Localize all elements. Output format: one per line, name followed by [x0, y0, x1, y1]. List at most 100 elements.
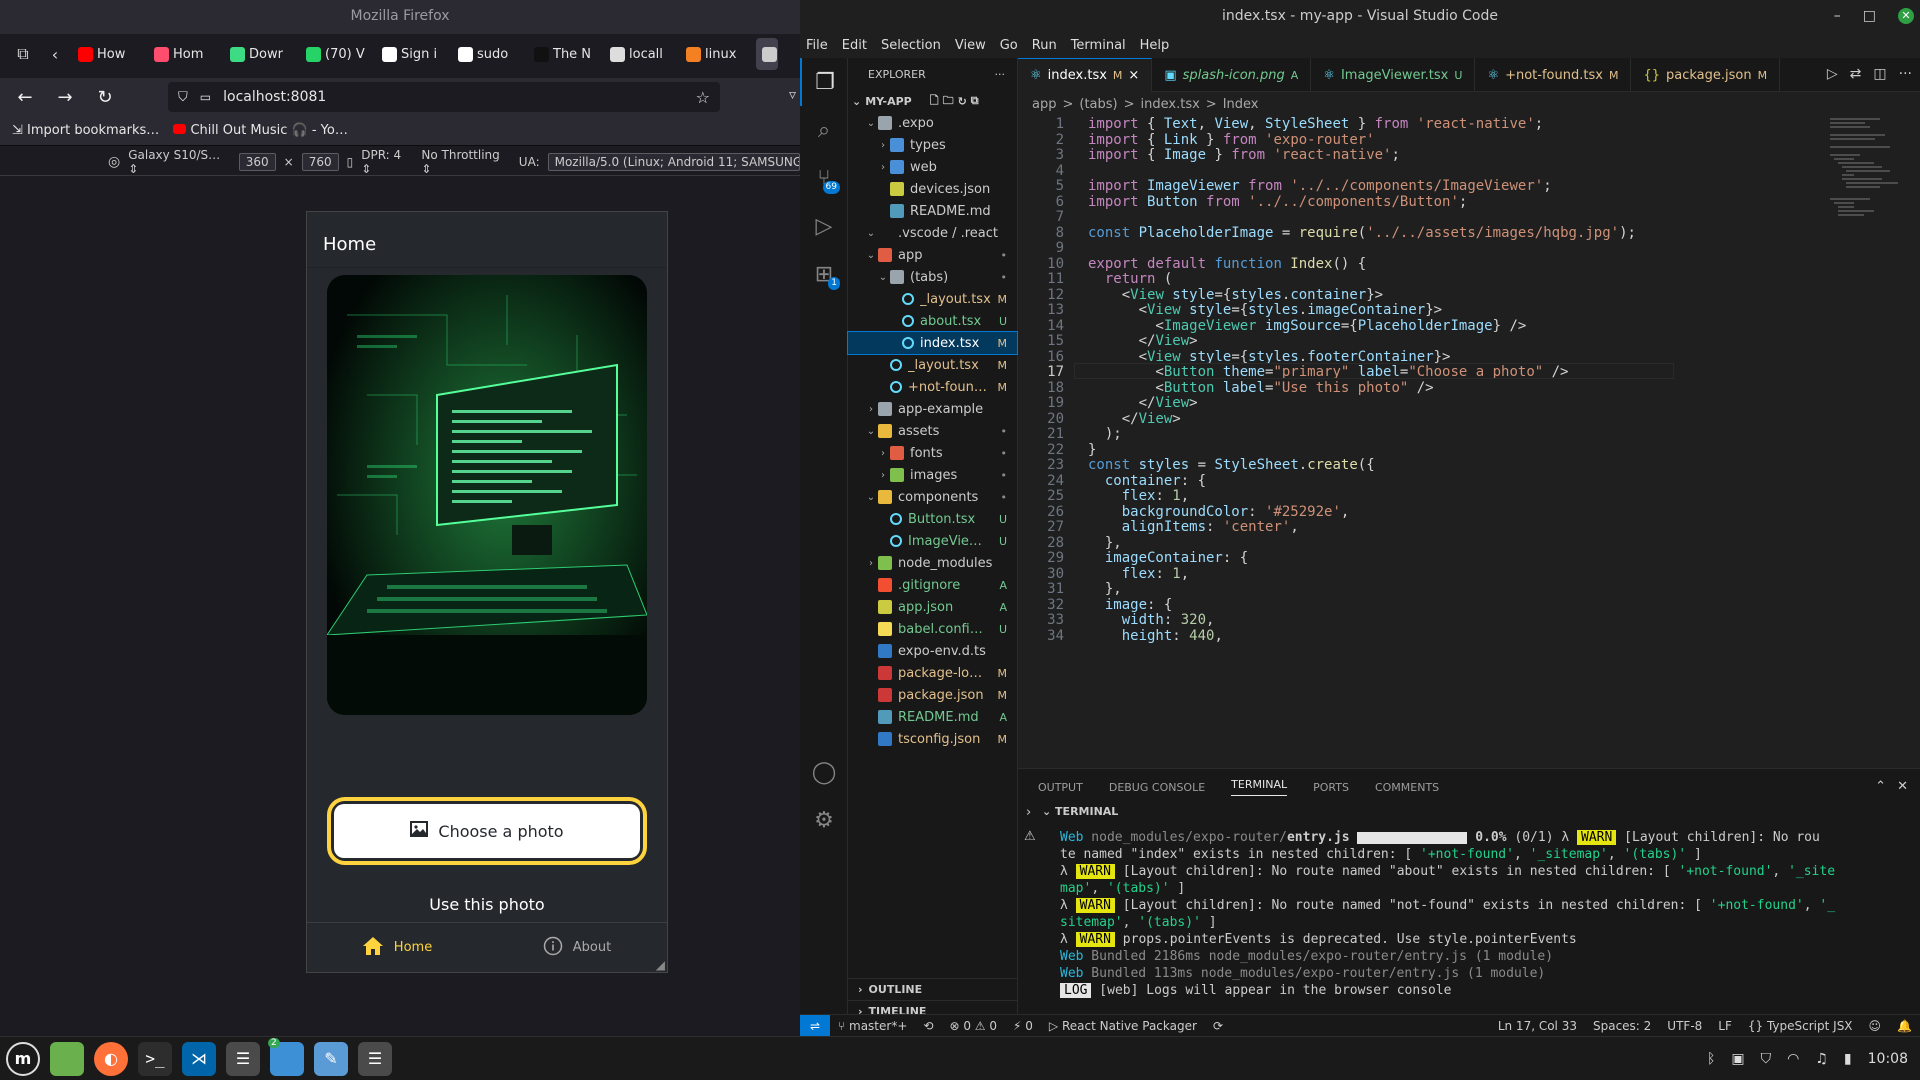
browser-tab[interactable]: linux [680, 38, 752, 70]
tree-item[interactable]: ⌄ (tabs) • [848, 266, 1017, 288]
more-actions-icon[interactable]: ··· [995, 68, 1006, 81]
bookmark-star-icon[interactable]: ☆ [696, 88, 710, 107]
tree-item[interactable]: package-lo… M [848, 662, 1017, 684]
outline-section[interactable]: › OUTLINE [848, 978, 1018, 1000]
close-panel-icon[interactable]: ✕ [1897, 779, 1908, 794]
start-menu-icon[interactable]: m [6, 1041, 40, 1076]
tree-item[interactable]: ⌄ .vscode / .react [848, 222, 1017, 244]
dpr-select[interactable]: DPR: 4 ⇕ [361, 148, 413, 176]
menu-selection[interactable]: Selection [881, 38, 941, 53]
tree-item[interactable]: ⌄ components • [848, 486, 1017, 508]
vscode-app-icon[interactable]: ⋊ [182, 1041, 216, 1076]
close-tab-icon[interactable]: × [1128, 68, 1139, 83]
menu-help[interactable]: Help [1140, 38, 1170, 53]
ports-indicator[interactable]: ⚡ 0 [1005, 1019, 1041, 1033]
pocket-icon[interactable]: ▿ [789, 87, 796, 103]
collapse-all-icon[interactable]: ⧉ [971, 94, 979, 108]
rotate-icon[interactable]: ▯ [347, 155, 354, 169]
editor-tab[interactable]: {} package.json M [1631, 58, 1781, 92]
breadcrumb-item[interactable]: (tabs) [1079, 97, 1117, 112]
back-button[interactable]: ← [12, 84, 38, 110]
tree-item[interactable]: expo-env.d.ts [848, 640, 1017, 662]
viewport-width-input[interactable]: 360 [238, 152, 276, 171]
breadcrumb-item[interactable]: Index [1223, 97, 1259, 112]
menu-terminal[interactable]: Terminal [1071, 38, 1126, 53]
wifi-icon[interactable]: ◠ [1787, 1051, 1799, 1067]
tab-about[interactable]: About [487, 923, 667, 972]
browser-tab[interactable]: locall [604, 38, 676, 70]
browser-tab[interactable]: Hom [148, 38, 220, 70]
more-icon[interactable]: ··· [1899, 66, 1912, 82]
terminal-output[interactable]: Web node_modules/expo-router/entry.js 0.… [1060, 829, 1910, 999]
browser-tab[interactable]: Dowr [224, 38, 296, 70]
explorer-activity-icon[interactable]: ❐ [800, 58, 848, 106]
tree-item[interactable]: › types [848, 134, 1017, 156]
battery-icon[interactable]: ▮ [1844, 1051, 1852, 1067]
settings-app-icon[interactable]: ☰ [226, 1041, 260, 1076]
remote-icon[interactable]: ⇌ [800, 1014, 830, 1036]
maximize-icon[interactable]: □ [1863, 0, 1876, 32]
packager-indicator[interactable]: ▷ React Native Packager [1041, 1019, 1205, 1033]
browser-tab[interactable]: sudo [452, 38, 524, 70]
editor-tab[interactable]: ⚛ +not-found.tsx M [1475, 58, 1632, 92]
clipboard-icon[interactable]: ▣ [1731, 1051, 1744, 1067]
panel-tab-debug-console[interactable]: DEBUG CONSOLE [1109, 781, 1205, 794]
run-icon[interactable]: ▷ [1827, 66, 1838, 82]
terminal-app-icon[interactable]: >_ [138, 1041, 172, 1076]
source-control-activity-icon[interactable]: ⑂ 69 [800, 154, 848, 202]
copilot-icon[interactable]: ☺ [1861, 1019, 1890, 1033]
panel-tab-output[interactable]: OUTPUT [1038, 781, 1083, 794]
tree-item[interactable]: › images • [848, 464, 1017, 486]
url-bar[interactable]: ⛉ ▭ localhost:8081 ☆ [168, 82, 720, 112]
menu-view[interactable]: View [955, 38, 986, 53]
menu-run[interactable]: Run [1032, 38, 1057, 53]
problems-indicator[interactable]: ⊗ 0 ⚠ 0 [941, 1019, 1005, 1033]
new-folder-icon[interactable]: 🗀 [943, 92, 954, 111]
manage-gear-icon[interactable]: ⚙ [800, 796, 848, 844]
tab-overview-icon[interactable]: ⧉ [8, 39, 38, 69]
tab-home[interactable]: Home [307, 923, 487, 972]
editor-tab[interactable]: ⚛ index.tsx M × [1018, 58, 1153, 92]
browser-tab[interactable]: Sign i [376, 38, 448, 70]
tree-item[interactable]: app.json A [848, 596, 1017, 618]
tree-item[interactable]: › app-example [848, 398, 1017, 420]
viewport-height-input[interactable]: 760 [301, 152, 339, 171]
tree-item[interactable]: README.md [848, 200, 1017, 222]
tree-item[interactable]: ⌄ .expo [848, 112, 1017, 134]
files-app-icon[interactable] [50, 1041, 84, 1076]
browser-tab[interactable]: The N [528, 38, 600, 70]
tree-item[interactable]: package.json M [848, 684, 1017, 706]
device-select[interactable]: Galaxy S10/S… ⇕ [128, 148, 231, 176]
url-text[interactable]: localhost:8081 [223, 89, 326, 105]
throttle-select[interactable]: No Throttling ⇕ [421, 148, 510, 176]
tree-item[interactable]: devices.json [848, 178, 1017, 200]
extensions-activity-icon[interactable]: ⊞ 1 [800, 250, 848, 298]
resize-handle-icon[interactable]: ◢ [656, 958, 665, 972]
notifications-bell-icon[interactable]: 🔔 [1889, 1019, 1920, 1033]
minimap[interactable] [1828, 116, 1908, 236]
close-icon[interactable]: ✕ [1898, 8, 1914, 24]
sync-icon[interactable]: ⟲ [915, 1019, 941, 1033]
minimize-icon[interactable]: – [1834, 0, 1841, 32]
accounts-icon[interactable]: ◯ [800, 748, 848, 796]
use-photo-button[interactable]: Use this photo [327, 884, 647, 924]
language-mode[interactable]: {} TypeScript JSX [1740, 1019, 1861, 1033]
tree-item[interactable]: index.tsx M [847, 331, 1018, 355]
panel-tab-comments[interactable]: COMMENTS [1375, 781, 1439, 794]
end-of-line[interactable]: LF [1710, 1019, 1740, 1033]
reload-button[interactable]: ↻ [92, 84, 118, 110]
tree-item[interactable]: tsconfig.json M [848, 728, 1017, 750]
ua-input[interactable]: Mozilla/5.0 (Linux; Android 11; SAMSUNG … [547, 152, 800, 171]
encoding[interactable]: UTF-8 [1659, 1019, 1710, 1033]
tree-item[interactable]: babel.confi… U [848, 618, 1017, 640]
forward-button[interactable]: → [52, 84, 78, 110]
choose-photo-button-inner[interactable]: Choose a photo [334, 804, 640, 858]
panel-tab-ports[interactable]: PORTS [1313, 781, 1349, 794]
bookmark-import[interactable]: ⇲ Import bookmarks… [12, 123, 159, 138]
panel-tab-terminal[interactable]: TERMINAL [1231, 778, 1288, 796]
search-activity-icon[interactable]: ⌕ [800, 106, 848, 154]
shield-icon[interactable]: ⛉ [178, 90, 188, 105]
tree-item[interactable]: ⌄ app • [848, 244, 1017, 266]
tree-item[interactable]: +not-foun… M [848, 376, 1017, 398]
audio-icon[interactable]: ♫ [1815, 1051, 1828, 1067]
